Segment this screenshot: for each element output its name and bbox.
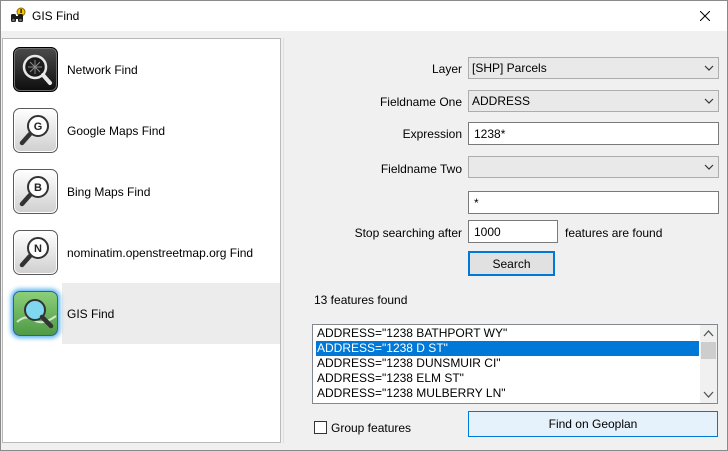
- sidebar-item-gis-find[interactable]: GIS Find: [3, 283, 280, 344]
- max-features-input[interactable]: 1000: [468, 220, 558, 243]
- list-item[interactable]: ADDRESS="1238 BATHPORT WY": [316, 326, 699, 341]
- list-item[interactable]: ADDRESS="1238 DUNSMUIR CI": [316, 356, 699, 371]
- group-features-checkbox[interactable]: [314, 421, 327, 434]
- gis-find-window: GIS Find Network Find G Google Maps Find…: [0, 0, 728, 451]
- sidebar-item-network-find[interactable]: Network Find: [3, 39, 280, 100]
- expression-label: Expression: [402, 127, 462, 141]
- list-item[interactable]: ADDRESS="1238 ELM ST": [316, 371, 699, 386]
- layer-select-value: [SHP] Parcels: [472, 61, 547, 75]
- sidebar-item-bing-maps-find[interactable]: B Bing Maps Find: [3, 161, 280, 222]
- sidebar-item-label: GIS Find: [67, 307, 115, 321]
- bing-maps-icon: B: [13, 169, 58, 214]
- scrollbar-thumb[interactable]: [701, 342, 716, 359]
- group-features-label: Group features: [331, 421, 412, 435]
- svg-text:G: G: [34, 121, 43, 133]
- scroll-down-icon[interactable]: [703, 390, 714, 399]
- sidebar-item-label: Google Maps Find: [67, 124, 166, 138]
- panel-divider: [283, 38, 284, 443]
- layer-select[interactable]: [SHP] Parcels: [468, 57, 719, 79]
- list-item[interactable]: ADDRESS="1238 MULBERRY LN": [316, 386, 699, 401]
- results-list[interactable]: ADDRESS="1238 BATHPORT WY" ADDRESS="1238…: [312, 324, 718, 404]
- nominatim-icon: N: [13, 230, 58, 275]
- sidebar-item-google-maps-find[interactable]: G Google Maps Find: [3, 100, 280, 161]
- fieldname-two-label: Fieldname Two: [380, 162, 462, 176]
- scroll-up-icon[interactable]: [703, 329, 714, 338]
- sidebar-item-label: nominatim.openstreetmap.org Find: [67, 246, 254, 260]
- expression-two-input[interactable]: *: [468, 191, 719, 214]
- results-scrollbar[interactable]: [700, 325, 717, 403]
- svg-text:N: N: [34, 243, 42, 255]
- results-count: 13 features found: [314, 293, 408, 307]
- chevron-down-icon: [704, 65, 714, 71]
- find-on-geoplan-button[interactable]: Find on Geoplan: [468, 411, 718, 437]
- chevron-down-icon: [704, 164, 714, 170]
- fieldname-one-select[interactable]: ADDRESS: [468, 90, 719, 112]
- gis-find-icon: [13, 291, 58, 336]
- svg-text:B: B: [34, 182, 42, 194]
- sidebar-item-label: Network Find: [67, 63, 138, 77]
- binoculars-app-icon: [9, 7, 27, 25]
- fieldname-two-select[interactable]: [468, 156, 719, 178]
- fieldname-one-value: ADDRESS: [472, 94, 531, 108]
- stop-searching-label: Stop searching after: [354, 226, 462, 240]
- stop-searching-suffix: features are found: [565, 226, 663, 240]
- expression-input[interactable]: 1238*: [468, 122, 719, 145]
- title-bar: GIS Find: [1, 1, 727, 31]
- find-method-list: Network Find G Google Maps Find B Bing M…: [2, 38, 281, 443]
- fieldname-one-label: Fieldname One: [379, 95, 462, 109]
- sidebar-item-nominatim-find[interactable]: N nominatim.openstreetmap.org Find: [3, 222, 280, 283]
- window-title: GIS Find: [32, 9, 80, 23]
- close-button[interactable]: [683, 1, 727, 31]
- close-icon: [700, 11, 710, 21]
- list-item-selected[interactable]: ADDRESS="1238 D ST": [316, 341, 699, 356]
- sidebar-item-label: Bing Maps Find: [67, 185, 151, 199]
- gis-find-panel: Layer [SHP] Parcels Fieldname One ADDRES…: [285, 38, 726, 443]
- google-maps-icon: G: [13, 108, 58, 153]
- chevron-down-icon: [704, 98, 714, 104]
- network-find-icon: [13, 47, 58, 92]
- layer-label: Layer: [431, 62, 462, 76]
- search-button[interactable]: Search: [468, 251, 555, 276]
